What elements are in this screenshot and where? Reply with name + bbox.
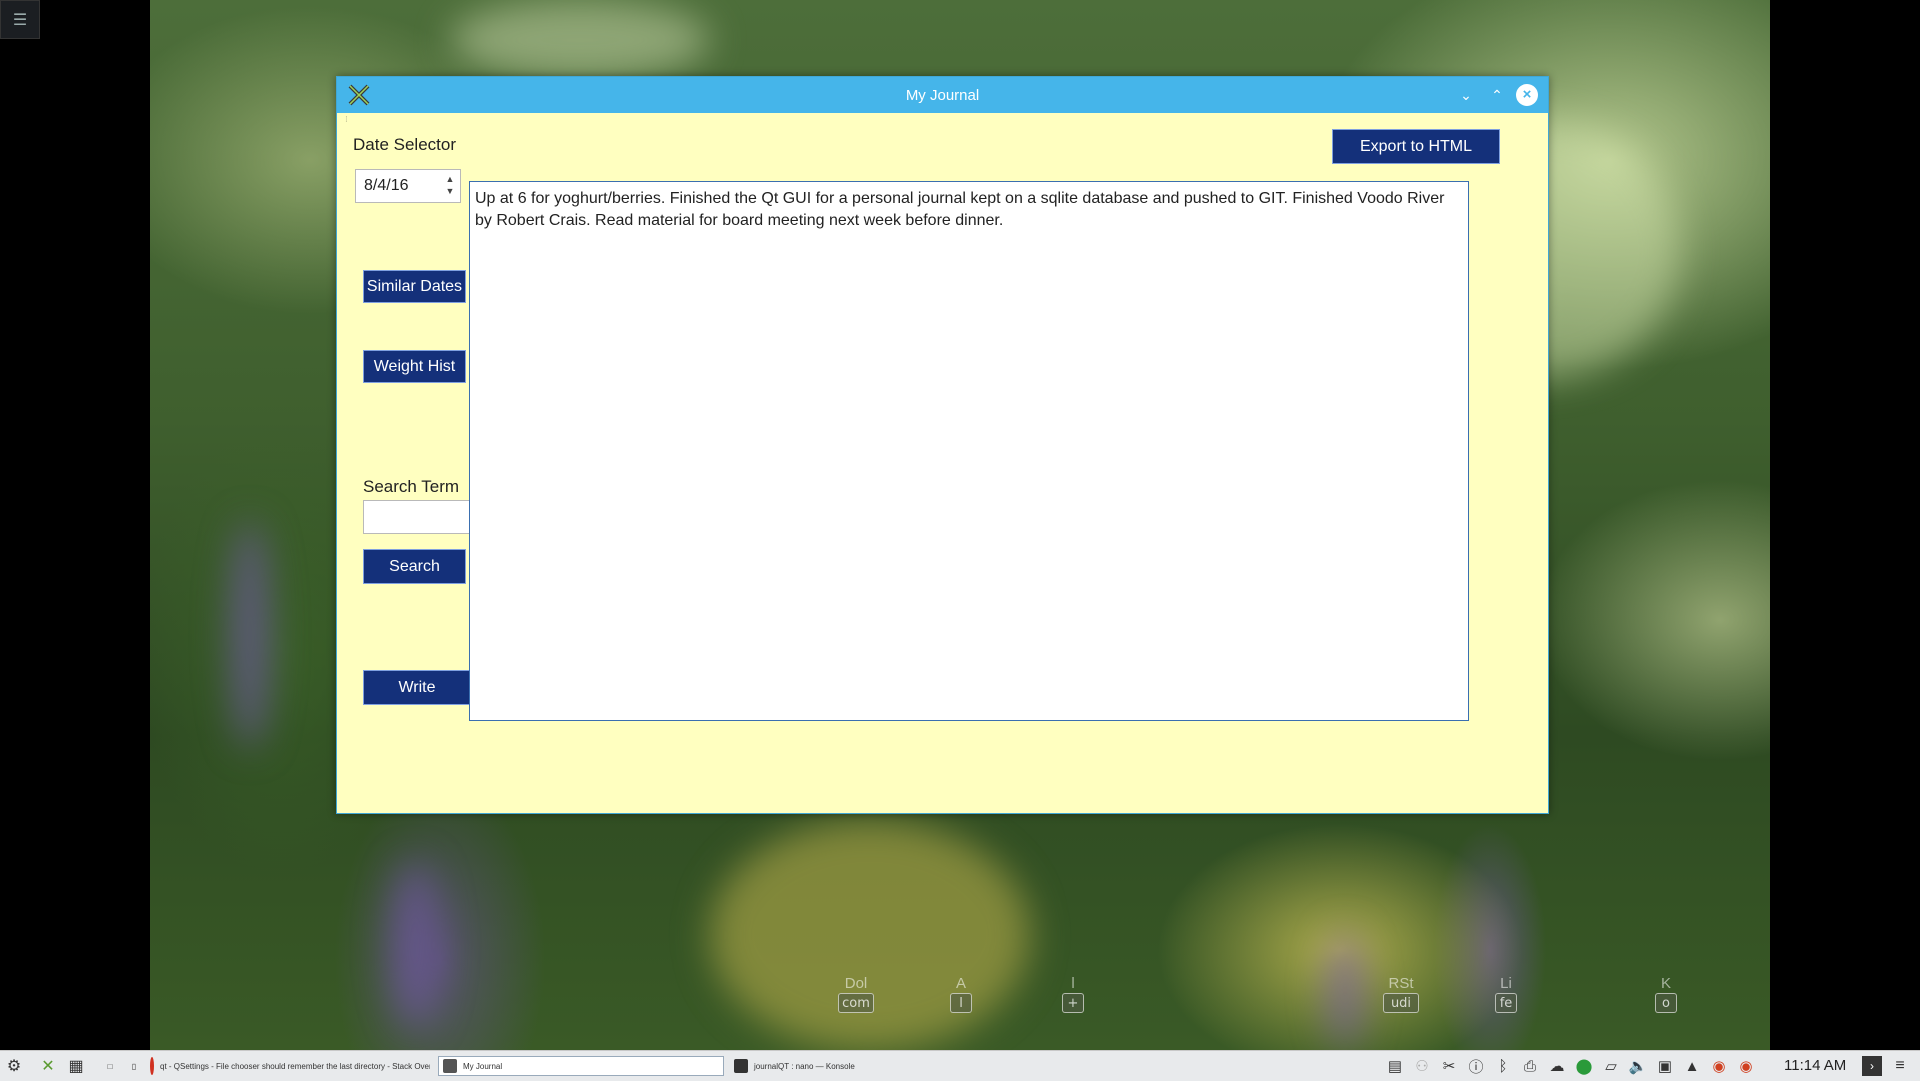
- panel-menu-button[interactable]: ≡: [1890, 1055, 1910, 1077]
- desktop-icon-image: o: [1655, 993, 1677, 1013]
- terminal-icon: [734, 1059, 748, 1073]
- task-label: journalQT : nano — Konsole: [754, 1061, 855, 1071]
- similar-dates-button[interactable]: Similar Dates: [363, 270, 466, 303]
- desktop-icon[interactable]: Li fe: [1495, 975, 1517, 1013]
- desktop-icon[interactable]: A l: [950, 975, 972, 1013]
- desktop-icon[interactable]: K o: [1655, 975, 1677, 1013]
- desktop-icon-image: fe: [1495, 993, 1517, 1013]
- app-launcher-button[interactable]: ⚙: [4, 1055, 24, 1077]
- cloud-icon[interactable]: ☁: [1546, 1057, 1568, 1075]
- device-icon[interactable]: ▱: [1600, 1057, 1622, 1075]
- export-html-button[interactable]: Export to HTML: [1332, 129, 1500, 164]
- write-button[interactable]: Write: [363, 670, 471, 705]
- desktop-icon-label: l: [1071, 975, 1075, 992]
- chrome-icon[interactable]: ◉: [1735, 1057, 1757, 1075]
- tools-icon[interactable]: ✂: [1438, 1057, 1460, 1075]
- desktop-icon-image: l: [950, 993, 972, 1013]
- printer-icon[interactable]: ⎙: [1519, 1058, 1541, 1075]
- desktop-icon-label: Li: [1500, 975, 1512, 992]
- battery-icon[interactable]: ▣: [1654, 1057, 1676, 1075]
- spin-arrows-icon[interactable]: ▲ ▼: [444, 173, 456, 197]
- network-icon[interactable]: ⚇: [1411, 1057, 1433, 1075]
- desktop-menu-button[interactable]: ☰: [0, 0, 40, 39]
- terminal-icon: ›: [1862, 1056, 1882, 1076]
- window-client-area: ⁞ Date Selector 8/4/16 ▲ ▼ Similar Dates …: [341, 113, 1544, 809]
- app-logo-icon: [443, 1059, 457, 1073]
- date-spinbox[interactable]: 8/4/16 ▲ ▼: [355, 169, 461, 203]
- task-label: qt - QSettings - File chooser should rem…: [160, 1061, 430, 1071]
- desktop-icon[interactable]: RSt udi: [1383, 975, 1419, 1013]
- volume-icon[interactable]: 🔈: [1627, 1057, 1649, 1075]
- expand-tray-icon[interactable]: ▲: [1681, 1058, 1703, 1075]
- journal-window: My Journal ⌄ ⌃ × ⁞ Date Selector 8/4/16 …: [336, 76, 1549, 814]
- desktop-icon-image: udi: [1383, 993, 1419, 1013]
- chevron-up-icon: ⌃: [1491, 87, 1503, 103]
- journal-entry-editor[interactable]: Up at 6 for yoghurt/berries. Finished th…: [469, 181, 1469, 721]
- system-tray: ▤ ⚇ ✂ ⓘ ᛒ ⎙ ☁ ⬤ ▱ 🔈 ▣ ▲ ◉ ◉: [1384, 1055, 1762, 1077]
- search-term-label: Search Term: [363, 477, 460, 496]
- desktop-icons: Dol com A l l + RSt udi Li fe K o: [0, 975, 1920, 1025]
- clipboard-icon[interactable]: ▤: [1384, 1057, 1406, 1075]
- chrome-icon[interactable]: ◉: [1708, 1057, 1730, 1075]
- task-chrome[interactable]: qt - QSettings - File chooser should rem…: [150, 1056, 430, 1076]
- pager-icon: ▦: [68, 1058, 84, 1075]
- desktop-icon-label: RSt: [1388, 975, 1414, 992]
- app-logo-icon: ✕: [41, 1058, 55, 1075]
- window-title: My Journal: [905, 87, 980, 104]
- desktop-icon-image: +: [1062, 993, 1084, 1013]
- desktop-icon[interactable]: l +: [1062, 975, 1084, 1013]
- close-icon: ×: [1522, 86, 1532, 103]
- show-desktop-button[interactable]: ›: [1862, 1055, 1882, 1077]
- task-my-journal[interactable]: My Journal: [438, 1056, 724, 1076]
- task-konsole[interactable]: journalQT : nano — Konsole: [734, 1056, 934, 1076]
- desktop-icon[interactable]: Dol com: [838, 975, 874, 1013]
- info-icon[interactable]: ⓘ: [1465, 1056, 1487, 1077]
- activity-button[interactable]: ✕: [38, 1055, 58, 1077]
- clock[interactable]: 11:14 AM: [1784, 1057, 1846, 1074]
- close-button[interactable]: ×: [1516, 84, 1538, 106]
- search-button[interactable]: Search: [363, 549, 466, 584]
- pager-desktop-2[interactable]: □: [100, 1055, 120, 1077]
- desktop-icon-image: com: [838, 993, 874, 1013]
- window-titlebar[interactable]: My Journal ⌄ ⌃ ×: [337, 77, 1548, 113]
- minimize-button[interactable]: ⌄: [1456, 85, 1476, 105]
- chrome-icon: [150, 1057, 154, 1075]
- desktop-icon: □: [107, 1061, 113, 1071]
- pager-button[interactable]: ▦: [66, 1055, 86, 1077]
- date-selector-label: Date Selector: [353, 135, 456, 154]
- desktop-icon-label: Dol: [844, 975, 868, 992]
- desktop-icon-label: K: [1660, 975, 1671, 992]
- date-value: 8/4/16: [364, 177, 409, 194]
- desktop-icon-label: A: [955, 975, 966, 992]
- pager-desktop-3[interactable]: ▯: [124, 1055, 144, 1077]
- taskbar: ⚙ ✕ ▦ □ ▯ qt - QSettings - File chooser …: [0, 1050, 1920, 1081]
- task-label: My Journal: [463, 1061, 503, 1071]
- bluetooth-icon[interactable]: ᛒ: [1492, 1058, 1514, 1075]
- kde-logo-icon: ⚙: [6, 1058, 22, 1075]
- menu-icon: ≡: [1895, 1057, 1905, 1074]
- location-icon[interactable]: ⬤: [1573, 1057, 1595, 1075]
- maximize-button[interactable]: ⌃: [1487, 85, 1507, 105]
- chevron-down-icon: ⌄: [1460, 87, 1472, 103]
- search-input[interactable]: [363, 500, 473, 534]
- hamburger-icon: ☰: [12, 10, 28, 29]
- weight-hist-button[interactable]: Weight Hist: [363, 350, 466, 383]
- toolbar-grip-icon[interactable]: ⁞: [345, 115, 348, 125]
- desktop-icon: ▯: [131, 1061, 137, 1071]
